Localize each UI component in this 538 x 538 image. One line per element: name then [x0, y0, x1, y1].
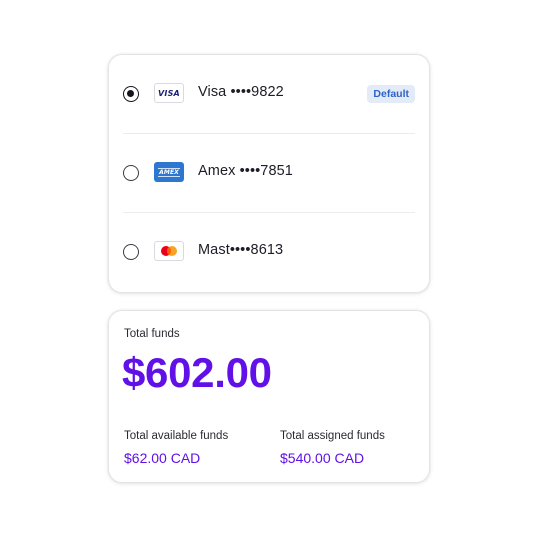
payment-method-label: Mast••••8613 [198, 242, 284, 258]
payment-method-label: Amex ••••7851 [198, 163, 293, 179]
mastercard-icon [154, 241, 184, 261]
funds-title: Total funds [124, 328, 180, 340]
payment-methods-card: VISA Visa ••••9822 Default AMEX Amex •••… [108, 54, 430, 293]
visa-logo-text: VISA [158, 88, 180, 98]
visa-card-icon: VISA [154, 83, 184, 103]
amex-logo-text: AMEX [158, 167, 180, 177]
payment-method-label: Visa ••••9822 [198, 84, 284, 100]
payment-method-visa[interactable]: VISA Visa ••••9822 Default [109, 55, 431, 133]
available-funds-label: Total available funds [124, 430, 229, 442]
mastercard-circles-icon [161, 246, 177, 256]
amex-card-icon: AMEX [154, 162, 184, 182]
payment-method-mastercard[interactable]: Mast••••8613 [109, 213, 431, 291]
payment-method-amex[interactable]: AMEX Amex ••••7851 [109, 134, 431, 212]
assigned-funds-value: $540.00 CAD [280, 450, 365, 466]
assigned-funds-label: Total assigned funds [280, 430, 385, 442]
radio-unselected[interactable] [123, 165, 139, 181]
funds-total-amount: $602.00 [122, 349, 272, 396]
funds-summary-card: Total funds $602.00 Total available fund… [108, 310, 430, 483]
default-badge: Default [367, 85, 415, 103]
radio-unselected[interactable] [123, 244, 139, 260]
available-funds-value: $62.00 CAD [124, 450, 201, 466]
radio-selected[interactable] [123, 86, 139, 102]
